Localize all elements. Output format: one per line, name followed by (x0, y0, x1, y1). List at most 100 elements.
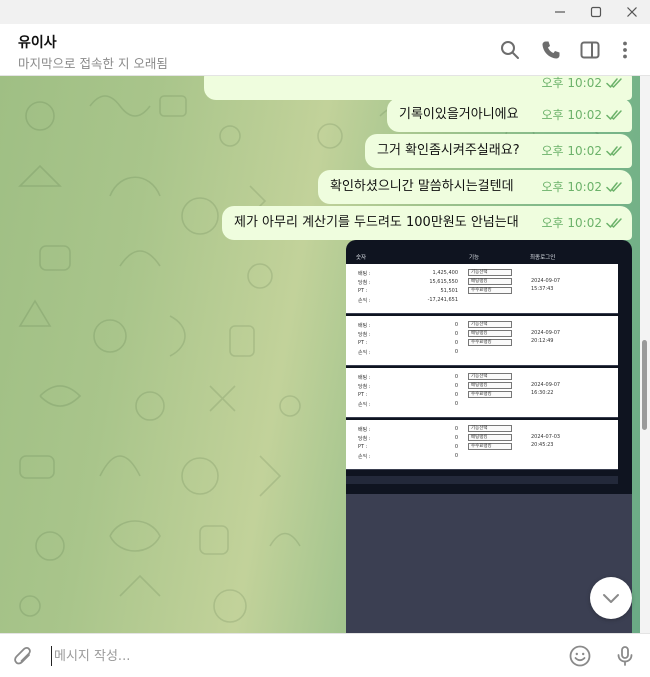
row-label: PT : (358, 340, 368, 346)
message-text: 기록이있을거아니에요 (399, 107, 519, 122)
double-check-icon (606, 110, 622, 120)
screenshot-content: 숫자 기능 최종로그인 배팅 : 1,425,400 당첨 : 15,615,550 P… (346, 240, 632, 494)
emoji-icon[interactable] (568, 644, 592, 668)
row-value: 0 (454, 383, 458, 389)
message-meta: 오후 10:02 (542, 170, 624, 204)
screenshot-select: 수수료랭킹 (468, 287, 512, 294)
row-value: 15,615,550 (429, 279, 458, 285)
row-time: 20:45:23 (531, 442, 554, 448)
row-value: 0 (454, 426, 458, 432)
search-icon[interactable] (498, 38, 522, 62)
double-check-icon (606, 78, 622, 88)
microphone-icon[interactable] (613, 644, 637, 668)
row-time: 16:30:22 (531, 390, 554, 396)
row-label: 배팅 : (358, 427, 371, 433)
message-meta: 오후 10:02 (542, 98, 624, 132)
message-text: 제가 아무리 계산기를 두드려도 100만원도 안넘는대 (234, 215, 519, 230)
paperclip-icon[interactable] (12, 644, 36, 668)
screenshot-image[interactable]: 숫자 기능 최종로그인 배팅 : 1,425,400 당첨 : 15,615,550 P… (346, 240, 632, 633)
row-value: 0 (454, 340, 458, 346)
message-time: 오후 10:02 (541, 216, 602, 230)
window-titlebar (0, 0, 650, 24)
row-date: 2024-09-07 (531, 382, 561, 388)
row-label: 배팅 : (358, 323, 371, 329)
message-bubble[interactable]: 제가 아무리 계산기를 두드려도 100만원도 안넘는대 오후 10:02 (222, 206, 632, 240)
screenshot-select: 기능선택 (468, 373, 512, 380)
row-label: 당첨 : (358, 332, 371, 338)
row-label: 당첨 : (358, 436, 371, 442)
message-time: 오후 10:02 (541, 180, 602, 194)
screenshot-select: 기능선택 (468, 321, 512, 328)
screenshot-select: 수수료랭킹 (468, 443, 512, 450)
message-meta: 오후 10:02 (542, 206, 624, 240)
screenshot-select: 배팅랭킹 (468, 382, 512, 389)
screenshot-select: 기능선택 (468, 269, 512, 276)
row-label: 배팅 : (358, 375, 371, 381)
row-label: 당첨 : (358, 280, 371, 286)
row-value: 0 (454, 331, 458, 337)
row-value: -17,241,651 (427, 297, 458, 303)
message-bubble[interactable]: 확인하셨으니간 말씀하시는걸텐데 오후 10:02 (318, 170, 632, 204)
row-label: 당첨 : (358, 384, 371, 390)
message-time: 오후 10:02 (541, 76, 602, 90)
chevron-down-icon (603, 594, 619, 603)
screenshot-select: 배팅랭킹 (468, 278, 512, 285)
row-time: 20:12:49 (531, 338, 554, 344)
phone-icon[interactable] (539, 38, 563, 62)
message-time: 오후 10:02 (541, 144, 602, 158)
double-check-icon (606, 218, 622, 228)
row-value: 1,425,400 (432, 270, 458, 276)
row-date: 2024-09-07 (531, 330, 561, 336)
row-time: 15:37:43 (531, 286, 554, 292)
screenshot-select: 수수료랭킹 (468, 339, 512, 346)
row-value: 0 (454, 374, 458, 380)
message-input[interactable] (54, 642, 534, 670)
scrollbar-thumb[interactable] (642, 340, 647, 430)
chat-history[interactable]: 오후 10:02 기록이있을거아니에요 오후 10:02 그거 확인좀시켜주실래요? 오… (0, 76, 640, 633)
row-label: 손익 : (358, 298, 371, 304)
row-label: 손익 : (358, 350, 371, 356)
message-bubble[interactable]: 오후 10:02 (204, 76, 632, 100)
row-value: 0 (454, 453, 458, 459)
message-bubble[interactable]: 그거 확인좀시켜주실래요? 오후 10:02 (365, 134, 632, 168)
text-caret (51, 646, 52, 666)
row-value: 0 (454, 392, 458, 398)
row-date: 2024-09-07 (531, 278, 561, 284)
last-seen-status: 마지막으로 접속한 지 오래됨 (18, 56, 168, 71)
close-icon[interactable] (612, 0, 650, 24)
double-check-icon (606, 182, 622, 192)
double-check-icon (606, 146, 622, 156)
row-value: 51,501 (440, 288, 459, 294)
row-label: PT : (358, 288, 368, 294)
screenshot-table-row: 배팅 : 0 당첨 : 0 PT : 0 손익 : 0 기능선택 배팅랭킹 수수료랭킹 2024-07… (346, 420, 618, 470)
chat-title[interactable]: 유이사 (18, 32, 57, 52)
sidebar-toggle-icon[interactable] (578, 38, 602, 62)
message-text: 그거 확인좀시켜주실래요? (377, 143, 520, 158)
message-bubble[interactable]: 기록이있을거아니에요 오후 10:02 (387, 98, 632, 132)
screenshot-select: 기능선택 (468, 425, 512, 432)
scroll-to-bottom-button[interactable] (590, 577, 632, 619)
row-label: 손익 : (358, 402, 371, 408)
row-value: 0 (454, 401, 458, 407)
message-text: 확인하셨으니간 말씀하시는걸텐데 (330, 179, 514, 194)
row-label: PT : (358, 444, 368, 450)
screenshot-table-row: 배팅 : 1,425,400 당첨 : 15,615,550 PT : 51,501 손익 … (346, 264, 618, 314)
row-value: 0 (454, 349, 458, 355)
maximize-icon[interactable] (576, 0, 616, 24)
row-date: 2024-07-03 (531, 434, 561, 440)
screenshot-select: 배팅랭킹 (468, 330, 512, 337)
screenshot-footer (346, 476, 618, 484)
row-label: PT : (358, 392, 368, 398)
screenshot-table-row: 배팅 : 0 당첨 : 0 PT : 0 손익 : 0 기능선택배팅랭킹수수료랭킹 2024-09… (346, 316, 618, 366)
row-value: 0 (454, 444, 458, 450)
screenshot-select: 배팅랭킹 (468, 434, 512, 441)
minimize-icon[interactable] (540, 0, 580, 24)
row-value: 0 (454, 435, 458, 441)
message-meta: 오후 10:02 (542, 134, 624, 168)
more-vertical-icon[interactable] (613, 38, 637, 62)
screenshot-table-row: 배팅 : 0 당첨 : 0 PT : 0 손익 : 0 기능선택 배팅랭킹 수수료랭킹 2024-09… (346, 368, 618, 418)
row-value: 0 (454, 322, 458, 328)
message-composer (0, 633, 650, 677)
chat-header[interactable]: 유이사 마지막으로 접속한 지 오래됨 (0, 24, 650, 76)
row-label: 배팅 : (358, 271, 371, 277)
